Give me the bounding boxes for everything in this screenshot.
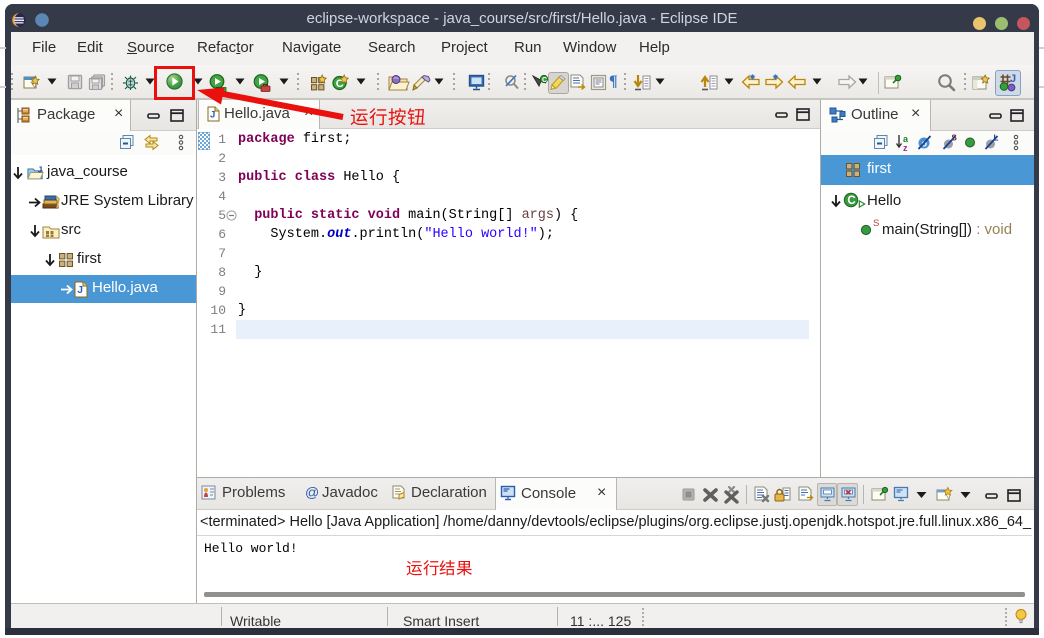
svg-text:J: J	[1010, 73, 1016, 85]
svg-text:C: C	[542, 77, 547, 84]
svg-text:J: J	[38, 166, 42, 175]
svg-text:J: J	[77, 285, 83, 296]
svg-text:z: z	[903, 143, 908, 152]
svg-text:C: C	[847, 195, 855, 207]
